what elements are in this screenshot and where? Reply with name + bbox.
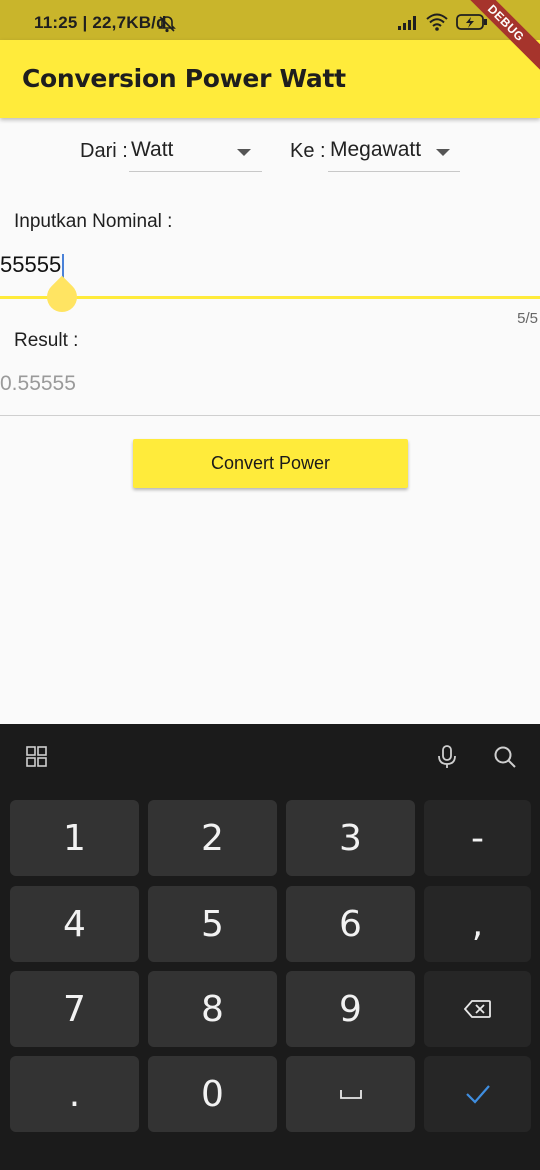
search-icon[interactable] <box>492 744 518 770</box>
wifi-icon <box>426 13 448 31</box>
to-unit-value: Megawatt <box>330 138 422 161</box>
app-bar: Conversion Power Watt <box>0 40 540 118</box>
signal-icon <box>398 16 416 30</box>
key-4[interactable]: 4 <box>10 886 139 962</box>
result-underline <box>0 415 540 416</box>
from-unit-dropdown[interactable]: Watt <box>129 134 262 172</box>
to-unit-dropdown[interactable]: Megawatt <box>328 134 460 172</box>
key-1[interactable]: 1 <box>10 800 139 876</box>
backspace-key[interactable] <box>424 971 531 1047</box>
keyboard-toolbar <box>0 724 540 790</box>
key-9[interactable]: 9 <box>286 971 415 1047</box>
keyboard: 1 2 3 - 4 5 6 , 7 8 9 . 0 <box>0 724 540 1170</box>
from-unit-value: Watt <box>131 138 174 161</box>
key-comma[interactable]: , <box>424 886 531 962</box>
key-8[interactable]: 8 <box>148 971 277 1047</box>
to-label: Ke : <box>290 140 326 162</box>
input-label: Inputkan Nominal : <box>14 211 173 232</box>
cursor-handle[interactable] <box>40 275 84 319</box>
microphone-icon[interactable] <box>434 744 460 770</box>
text-cursor <box>62 254 64 278</box>
status-time: 11:25 | 22,7KB/d <box>34 13 167 32</box>
nominal-input[interactable]: 55555 <box>0 252 61 278</box>
page-title: Conversion Power Watt <box>22 64 346 93</box>
key-7[interactable]: 7 <box>10 971 139 1047</box>
result-field: 0.55555 <box>0 372 76 395</box>
mute-bell-icon <box>158 16 176 33</box>
key-dot[interactable]: . <box>10 1056 139 1132</box>
result-label: Result : <box>14 330 79 351</box>
key-6[interactable]: 6 <box>286 886 415 962</box>
status-bar: 11:25 | 22,7KB/d 2% <box>0 0 540 40</box>
backspace-icon <box>463 1000 491 1018</box>
key-0[interactable]: 0 <box>148 1056 277 1132</box>
key-3[interactable]: 3 <box>286 800 415 876</box>
dropdown-arrow-icon <box>436 149 450 156</box>
space-key[interactable] <box>286 1056 415 1132</box>
space-icon <box>339 1090 362 1099</box>
checkmark-icon <box>465 1085 490 1104</box>
enter-key[interactable] <box>424 1056 531 1132</box>
key-2[interactable]: 2 <box>148 800 277 876</box>
dropdown-arrow-icon <box>237 149 251 156</box>
key-minus[interactable]: - <box>424 800 531 876</box>
convert-power-button[interactable]: Convert Power <box>133 439 408 488</box>
grid-icon[interactable] <box>24 744 50 770</box>
from-label: Dari : <box>80 140 128 162</box>
battery-icon <box>456 14 487 30</box>
input-underline <box>0 296 540 299</box>
key-5[interactable]: 5 <box>148 886 277 962</box>
character-counter: 5/5 <box>517 310 538 327</box>
